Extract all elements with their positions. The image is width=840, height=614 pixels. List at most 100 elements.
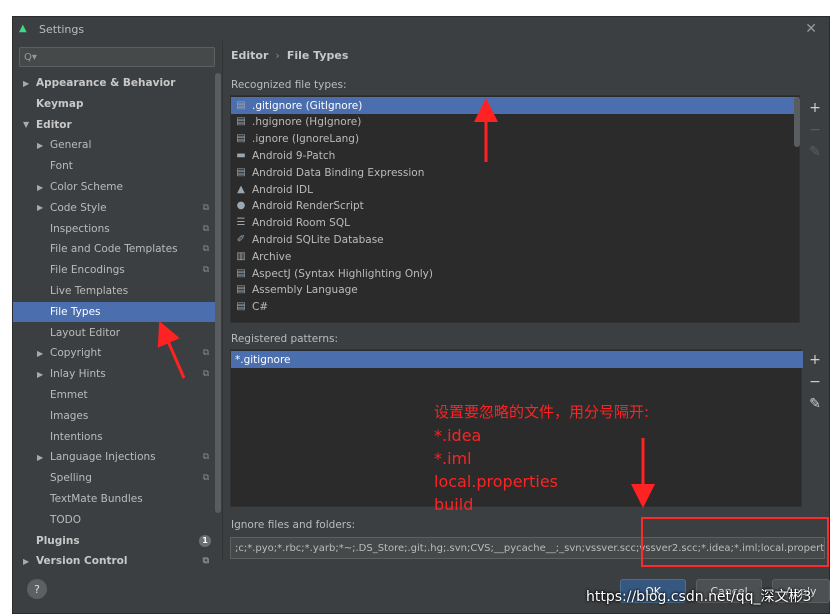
remove-file-type-icon[interactable]: − [807,119,823,141]
sidebar-item[interactable]: TextMate Bundles [13,489,221,509]
help-icon[interactable]: ? [27,579,47,599]
sidebar-item[interactable]: Emmet [13,385,221,405]
sidebar-item[interactable]: Font [13,156,221,176]
file-type-row[interactable]: ▤ Assembly Language [231,282,799,299]
sidebar-item[interactable]: Spelling ⧉ [13,468,221,488]
file-types-toolbar: + − ✎ [806,97,824,163]
chevron-right-icon[interactable]: ▶ [37,349,47,358]
chevron-right-icon[interactable]: ▶ [23,79,33,88]
sidebar-item[interactable]: ▶ Copyright ⧉ [13,343,221,363]
sidebar-item-label: TODO [50,513,82,526]
highlight-box [641,517,829,567]
sidebar-item[interactable]: ▶ Version Control ⧉ [13,551,221,571]
sidebar-item[interactable]: Keymap [13,94,221,114]
file-type-row[interactable]: ▤ Android Data Binding Expression [231,164,799,181]
sidebar-item[interactable]: Layout Editor [13,323,221,343]
window-title: Settings [39,22,85,36]
project-scope-icon: ⧉ [202,244,209,255]
sidebar-item-label: Keymap [36,97,84,110]
project-scope-icon: ⧉ [202,223,209,234]
file-type-label: .gitignore (GitIgnore) [252,99,363,112]
file-type-row[interactable]: ▤ AspectJ (Syntax Highlighting Only) [231,265,799,282]
file-types-scrollbar[interactable] [794,97,800,147]
file-type-row[interactable]: ▤ .hgignore (HgIgnore) [231,114,799,131]
sidebar-item-label: Code Style [50,201,107,214]
file-type-row[interactable]: ☰ Android Room SQL [231,215,799,232]
sidebar-item[interactable]: ▶ Color Scheme [13,177,221,197]
recognized-file-types-list: ▤ .gitignore (GitIgnore) ▤ .hgignore (HgIgn… [230,95,800,323]
file-type-row[interactable]: ▲ Android IDL [231,181,799,198]
sidebar-scrollbar[interactable] [215,73,221,513]
file-type-row[interactable]: ▬ Android 9-Patch [231,147,799,164]
edit-file-type-icon[interactable]: ✎ [807,141,823,163]
file-type-row[interactable]: ▥ Archive [231,248,799,265]
annotation-line: build [434,495,474,514]
chevron-right-icon[interactable]: ▶ [37,203,47,212]
add-pattern-icon[interactable]: + [807,349,823,371]
edit-pattern-icon[interactable]: ✎ [807,393,823,415]
panel-divider[interactable] [222,41,223,561]
file-type-label: Android IDL [252,183,313,196]
patterns-toolbar: + − ✎ [806,349,824,415]
sidebar-item[interactable]: Intentions [13,427,221,447]
sidebar-item-label: File Encodings [50,264,125,277]
recognized-file-types-label: Recognized file types: [231,79,347,91]
folder-icon: ▬ [236,149,246,161]
settings-tree: ▶ Appearance & Behavior Keymap ▼ Editor ▶ Gene… [13,73,221,569]
sidebar-item-label: TextMate Bundles [50,493,143,505]
pattern-row[interactable]: *.gitignore [231,351,803,368]
project-scope-icon: ⧉ [202,473,209,484]
settings-search-input[interactable]: Q▾ [19,47,215,67]
pen-icon: ✐ [236,233,246,245]
file-icon: ▤ [236,116,246,128]
sidebar-item[interactable]: Images [13,406,221,426]
sidebar-item[interactable]: ▶ Inlay Hints ⧉ [13,364,221,384]
file-type-row[interactable]: ✐ Android SQLite Database [231,231,799,248]
sidebar-item[interactable]: ▶ General [13,135,221,155]
archive-icon: ▥ [236,250,246,262]
chevron-right-icon[interactable]: ▶ [23,557,33,566]
ignore-files-label: Ignore files and folders: [231,519,356,531]
file-type-row[interactable]: ● Android RenderScript [231,198,799,215]
sidebar-item[interactable]: File and Code Templates ⧉ [13,239,221,259]
sidebar-item[interactable]: ▶ Code Style ⧉ [13,198,221,218]
add-file-type-icon[interactable]: + [807,97,823,119]
annotation-line: *.idea [434,426,482,445]
sidebar-item-label: Appearance & Behavior [36,77,176,89]
chevron-right-icon[interactable]: ▶ [37,183,47,192]
sidebar-item-label: Color Scheme [50,181,123,193]
file-type-row[interactable]: ▤ C# [231,299,799,316]
chevron-down-icon[interactable]: ▼ [23,120,33,129]
chevron-right-icon[interactable]: ▶ [37,141,47,150]
registered-patterns-label: Registered patterns: [231,333,339,345]
file-type-row[interactable]: ▤ .gitignore (GitIgnore) [231,97,799,114]
sidebar-item[interactable]: Live Templates [13,281,221,301]
chevron-right-icon[interactable]: ▶ [37,453,47,462]
list-icon: ☰ [236,217,246,229]
breadcrumb-current: File Types [286,48,349,62]
chevron-right-icon[interactable]: ▶ [37,370,47,379]
close-icon[interactable]: ✕ [805,21,817,37]
annotation-line: *.iml [434,449,472,468]
annotation-line: 设置要忽略的文件，用分号隔开: [434,403,650,421]
file-type-label: Android 9-Patch [252,149,336,162]
watermark: https://blog.csdn.net/qq_深文彬3 [586,589,812,605]
sidebar-item[interactable]: Inspections ⧉ [13,219,221,239]
android-icon: ▲ [237,183,245,195]
remove-pattern-icon[interactable]: − [807,371,823,393]
sidebar-item[interactable]: File Encodings ⧉ [13,260,221,280]
sidebar-item[interactable]: File Types [13,301,221,322]
sidebar-item[interactable]: ▶ Appearance & Behavior [13,73,221,93]
project-scope-icon: ⧉ [202,369,209,380]
sidebar-item[interactable]: Plugins 1 [13,531,221,551]
sidebar-item-label: Language Injections [50,451,156,464]
file-type-label: Android Data Binding Expression [252,166,425,179]
sidebar-item[interactable]: TODO [13,510,221,530]
sidebar-item-label: Intentions [50,430,103,443]
file-type-label: .ignore (IgnoreLang) [252,133,360,146]
sidebar-item[interactable]: ▶ Language Injections ⧉ [13,447,221,467]
sidebar-item[interactable]: ▼ Editor [13,115,221,135]
sidebar-item-label: Version Control [36,555,128,568]
file-type-row[interactable]: ▤ .ignore (IgnoreLang) [231,131,799,148]
android-logo-icon: ▲ [19,23,27,34]
